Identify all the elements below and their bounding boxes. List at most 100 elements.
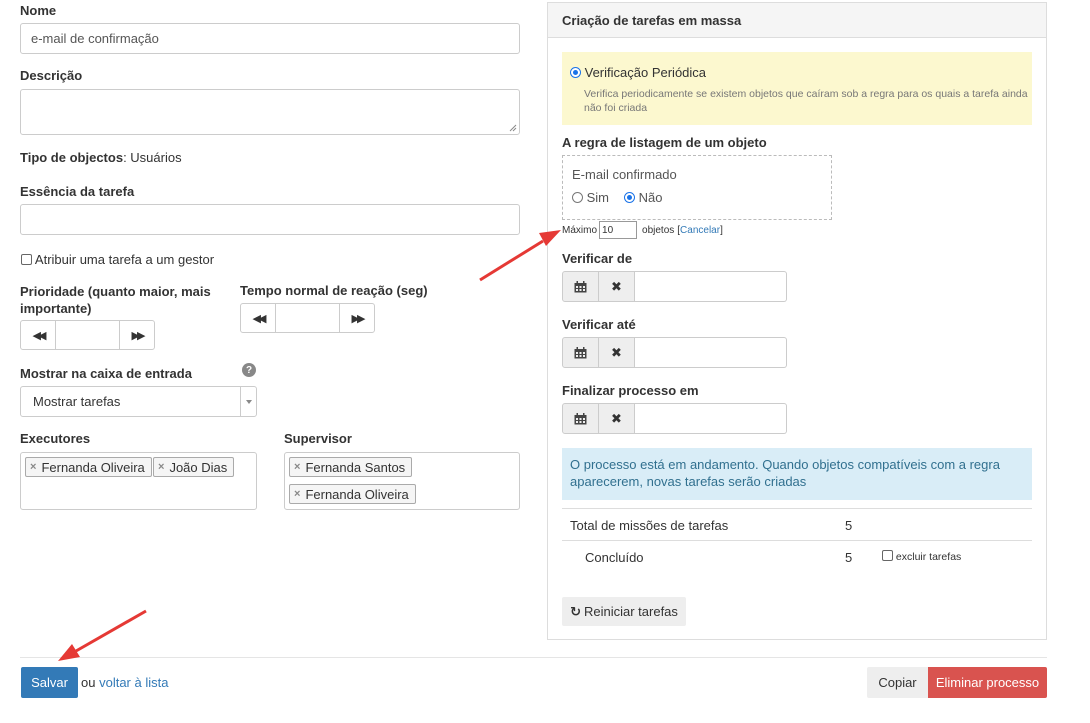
inbox-select[interactable]: Mostrar tarefas xyxy=(20,386,257,417)
name-input[interactable]: e-mail de confirmação xyxy=(20,23,520,54)
footer-divider xyxy=(20,657,1047,658)
refresh-icon: ↻ xyxy=(570,603,581,619)
back-row: ou voltar à lista xyxy=(81,675,168,690)
priority-decrease-button[interactable]: ◀◀ xyxy=(20,320,56,350)
exclude-tasks-checkbox[interactable] xyxy=(882,550,893,561)
check-until-calendar-button[interactable] xyxy=(562,337,599,368)
object-type-line: Tipo de objectos: Usuários xyxy=(20,150,182,165)
check-until-input[interactable] xyxy=(635,337,787,368)
check-from-calendar-button[interactable] xyxy=(562,271,599,302)
supervisor-tag[interactable]: × Fernanda Oliveira xyxy=(289,484,416,504)
priority-input[interactable] xyxy=(56,320,119,350)
executors-label: Executores xyxy=(20,431,91,446)
object-type-label: Tipo de objectos xyxy=(20,150,124,165)
panel-title: Criação de tarefas em massa xyxy=(562,13,742,28)
executor-tag[interactable]: × João Dias xyxy=(153,457,235,477)
check-from-input[interactable] xyxy=(635,271,787,302)
essence-input[interactable] xyxy=(20,204,520,235)
assign-manager-row[interactable]: Atribuir uma tarefa a um gestor xyxy=(21,252,214,267)
fast-backward-icon: ◀◀ xyxy=(32,329,47,342)
objects-label: objetos xyxy=(642,224,675,236)
exclude-tasks-option[interactable]: excluir tarefas xyxy=(882,550,961,563)
save-button[interactable]: Salvar xyxy=(21,667,78,698)
max-row: Máximo 10 objetos [Cancelar] xyxy=(562,221,723,239)
check-until-clear-button[interactable]: ✖ xyxy=(598,337,635,368)
copy-button[interactable]: Copiar xyxy=(867,667,928,698)
periodic-radio[interactable] xyxy=(570,67,581,78)
done-label: Concluído xyxy=(585,550,644,565)
executors-field[interactable]: × Fernanda Oliveira × João Dias xyxy=(20,452,257,510)
periodic-radio-row[interactable]: Verificação Periódica xyxy=(570,65,706,80)
remove-tag-icon[interactable]: × xyxy=(294,488,300,500)
fast-forward-icon: ▶▶ xyxy=(131,329,146,342)
calendar-icon xyxy=(574,280,587,292)
finish-label: Finalizar processo em xyxy=(562,383,699,398)
max-label: Máximo xyxy=(562,224,598,236)
supervisor-tag[interactable]: × Fernanda Santos xyxy=(289,457,413,477)
restart-tasks-button[interactable]: ↻ Reiniciar tarefas xyxy=(562,597,686,626)
priority-increase-button[interactable]: ▶▶ xyxy=(119,320,155,350)
executor-tag[interactable]: × Fernanda Oliveira xyxy=(25,457,152,477)
assign-manager-checkbox[interactable] xyxy=(21,254,32,265)
panel-header: Criação de tarefas em massa xyxy=(548,3,1046,38)
clear-icon: ✖ xyxy=(611,410,622,426)
check-until-label: Verificar até xyxy=(562,317,636,332)
chevron-down-icon xyxy=(245,399,252,404)
periodic-description: Verifica periodicamente se existem objet… xyxy=(584,88,1028,114)
calendar-icon xyxy=(574,346,587,358)
check-from-clear-button[interactable]: ✖ xyxy=(598,271,635,302)
calendar-icon xyxy=(574,412,587,424)
remove-tag-icon[interactable]: × xyxy=(30,461,36,473)
inbox-label: Mostrar na caixa de entrada xyxy=(20,366,192,381)
table-row: Concluído 5 excluir tarefas xyxy=(562,541,1032,573)
resize-handle-icon[interactable] xyxy=(509,124,517,132)
reaction-increase-button[interactable]: ▶▶ xyxy=(339,303,375,333)
priority-label-line-2: importante) xyxy=(20,301,92,316)
check-from-label: Verificar de xyxy=(562,251,633,266)
stats-table: Total de missões de tarefas 5 Concluído … xyxy=(562,508,1032,573)
reaction-decrease-button[interactable]: ◀◀ xyxy=(240,303,276,333)
cancel-link[interactable]: Cancelar xyxy=(680,225,720,236)
essence-label: Essência da tarefa xyxy=(20,184,135,199)
remove-tag-icon[interactable]: × xyxy=(158,461,164,473)
back-to-list-link[interactable]: voltar à lista xyxy=(99,675,168,690)
table-row: Total de missões de tarefas 5 xyxy=(562,509,1032,541)
assign-manager-label: Atribuir uma tarefa a um gestor xyxy=(34,252,215,267)
yes-radio[interactable] xyxy=(572,192,583,203)
reaction-time-label: Tempo normal de reação (seg) xyxy=(240,283,428,298)
inbox-select-value: Mostrar tarefas xyxy=(33,394,121,409)
no-radio[interactable] xyxy=(624,192,635,203)
rule-yes-option[interactable]: Sim xyxy=(572,190,609,205)
periodic-label: Verificação Periódica xyxy=(584,65,707,80)
description-textarea[interactable] xyxy=(20,89,520,135)
process-info-alert: O processo está em andamento. Quando obj… xyxy=(562,448,1032,500)
finish-input[interactable] xyxy=(635,403,787,434)
name-label: Nome xyxy=(20,3,57,18)
clear-icon: ✖ xyxy=(611,278,622,294)
rule-no-option[interactable]: Não xyxy=(624,190,662,205)
help-icon[interactable]: ? xyxy=(242,363,256,377)
object-type-value: : Usuários xyxy=(123,150,182,165)
reaction-time-input[interactable] xyxy=(276,303,339,333)
fast-forward-icon: ▶▶ xyxy=(351,312,366,325)
supervisor-field[interactable]: × Fernanda Santos × Fernanda Oliveira xyxy=(284,452,520,510)
bulk-task-panel: Criação de tarefas em massa Verificação … xyxy=(547,2,1047,640)
remove-tag-icon[interactable]: × xyxy=(294,461,300,473)
supervisor-label: Supervisor xyxy=(284,431,352,446)
finish-calendar-button[interactable] xyxy=(562,403,599,434)
periodic-check-box: Verificação Periódica Verifica periodica… xyxy=(562,52,1032,125)
fast-backward-icon: ◀◀ xyxy=(252,312,267,325)
arrow-annotation xyxy=(58,609,147,661)
rule-field-label: E-mail confirmado xyxy=(572,167,677,182)
name-value: e-mail de confirmação xyxy=(31,31,159,46)
max-input[interactable]: 10 xyxy=(599,221,638,239)
dropdown-toggle[interactable] xyxy=(240,387,256,416)
total-value: 5 xyxy=(845,518,853,533)
or-text: ou xyxy=(81,675,96,690)
rule-label: A regra de listagem de um objeto xyxy=(562,135,767,150)
finish-clear-button[interactable]: ✖ xyxy=(598,403,635,434)
clear-icon: ✖ xyxy=(611,344,622,360)
delete-process-button[interactable]: Eliminar processo xyxy=(928,667,1047,698)
rule-box: E-mail confirmado Sim Não xyxy=(562,155,832,220)
total-label: Total de missões de tarefas xyxy=(570,518,729,533)
